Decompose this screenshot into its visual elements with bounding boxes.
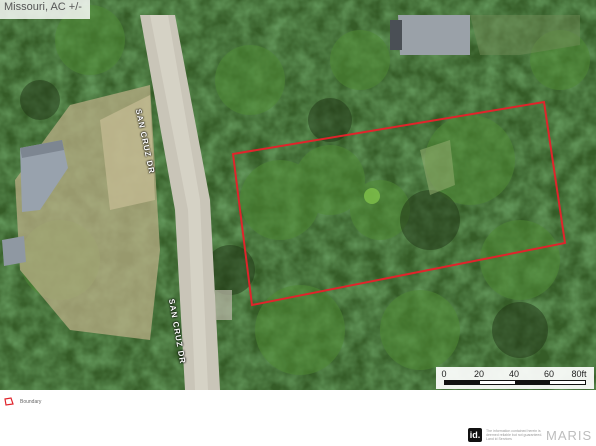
scale-bar-segment (445, 381, 480, 384)
legend-label: Boundary (20, 398, 42, 405)
scale-tick: 40 (508, 369, 520, 379)
disclaimer-text: The information contained herein is deem… (486, 429, 543, 441)
scale-tick: 60 (543, 369, 555, 379)
scale-tick: 20 (473, 369, 485, 379)
footer: id. The information contained herein is … (466, 424, 596, 446)
map-title: Missouri, AC +/- (0, 0, 90, 19)
id-logo: id. (468, 428, 482, 442)
scale-bar: 0 20 40 60 80ft (436, 367, 594, 389)
aerial-imagery (0, 0, 596, 390)
maris-logo: MARIS (546, 427, 593, 443)
scale-bar-segment (515, 381, 550, 384)
boundary-polygon-icon (4, 397, 14, 406)
satellite-map[interactable]: Missouri, AC +/- SAN CRUZ DR SAN CRUZ DR… (0, 0, 596, 390)
map-legend: Boundary (4, 397, 41, 406)
scale-tick: 80ft (571, 369, 587, 379)
scale-tick: 0 (441, 369, 447, 379)
